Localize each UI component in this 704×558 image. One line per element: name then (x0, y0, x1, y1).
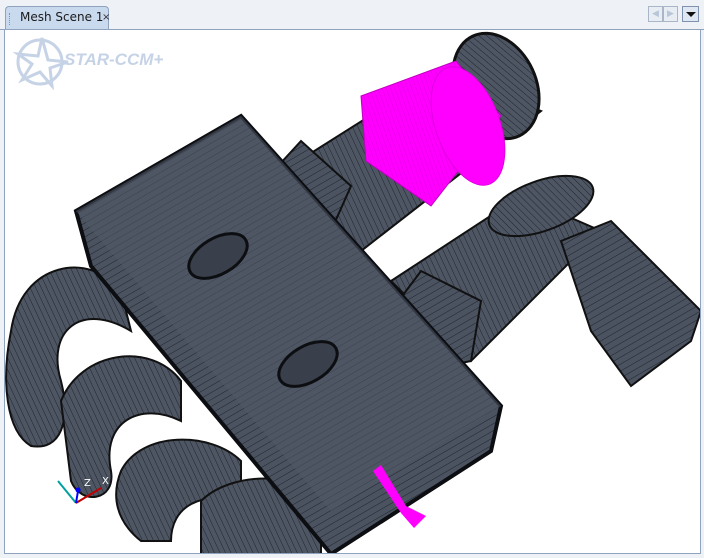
tab-mesh-scene-1[interactable]: Mesh Scene 1 × (5, 6, 110, 29)
tab-label: Mesh Scene 1 (20, 10, 104, 24)
axis-z-label: Z (84, 478, 91, 489)
scroll-left-button[interactable]: ◀ (648, 6, 663, 22)
axis-x-label: X (102, 476, 109, 487)
star-ccm-logo (12, 30, 72, 94)
axis-y-label: Y (60, 467, 67, 478)
tab-list-dropdown-button[interactable] (682, 6, 699, 22)
scroll-right-button[interactable]: ▶ (663, 6, 678, 22)
close-icon[interactable]: × (102, 12, 110, 23)
star-logo-icon (12, 37, 69, 91)
mesh-geometry (5, 31, 700, 553)
mesh-scene-viewport[interactable]: Y Z X (4, 29, 701, 554)
logo-text: STAR-CCM+ (64, 50, 164, 69)
tab-bar: Mesh Scene 1 × ◀ ▶ (0, 0, 704, 30)
drag-grip-icon[interactable] (9, 13, 13, 25)
